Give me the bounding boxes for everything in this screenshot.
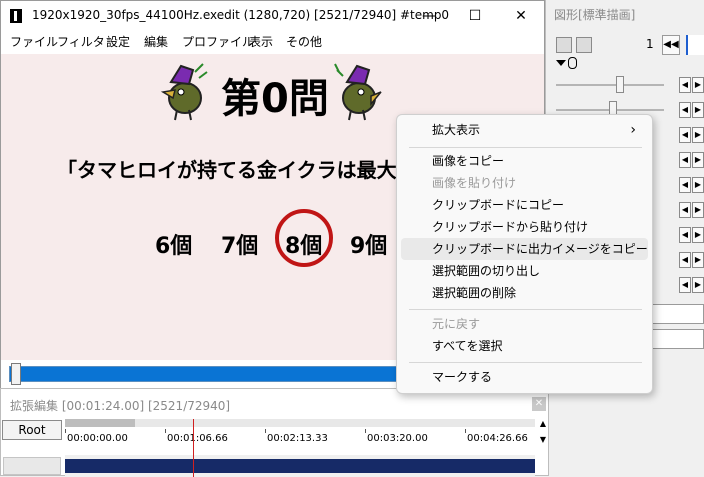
menu-copy-output-image[interactable]: クリップボードに出力イメージをコピー [401,238,648,260]
scroll-down-icon[interactable]: ▼ [538,435,548,445]
question-title: 第0問 [221,76,329,122]
menu-zoom[interactable]: 拡大表示 › [401,119,648,141]
timeline-clip[interactable] [65,459,535,473]
tick-label: 00:01:06.66 [167,433,228,444]
maximize-button[interactable]: ☐ [452,1,498,31]
menu-separator [409,362,642,363]
decrement-arrow-icon[interactable]: ◀ [679,102,691,118]
increment-arrow-icon[interactable]: ▶ [692,152,704,168]
decrement-arrow-icon[interactable]: ◀ [679,277,691,293]
question-text: 「タマヒロイが持てる金イクラは最大 [57,158,397,182]
layer-header[interactable] [3,457,61,475]
menu-bar: ファイル フィルタ 設定 編集 プロファイル 表示 その他 [1,31,544,53]
pattern-select[interactable] [650,329,704,349]
panel-options-row [546,56,704,70]
mouse-icon [568,57,577,69]
menu-separator [409,309,642,310]
frame-range-bar[interactable] [686,35,704,55]
collapse-triangle-icon[interactable] [556,60,566,66]
seek-thumb[interactable] [11,363,21,385]
menu-paste-image: 画像を貼り付け [432,176,517,190]
increment-arrow-icon[interactable]: ▶ [692,227,704,243]
menu-cut-selection[interactable]: 選択範囲の切り出し [401,260,648,282]
increment-arrow-icon[interactable]: ▶ [692,277,704,293]
title-bar: 1920x1920_30fps_44100Hz.exedit (1280,720… [1,1,544,31]
hscroll-thumb[interactable] [65,419,135,427]
image-icon[interactable] [556,37,572,53]
choice-6: 6個 [155,234,193,259]
context-menu: 拡大表示 › 画像をコピー 画像を貼り付け クリップボードにコピー クリップボー… [396,114,653,394]
panel-title: 図形[標準描画] [554,8,636,22]
minimize-button[interactable]: — [406,1,452,31]
time-ruler[interactable]: 00:00:00.00 00:01:06.66 00:02:13.33 00:0… [65,419,535,445]
menu-copy-image[interactable]: 画像をコピー [401,150,648,172]
menu-mark[interactable]: マークする [401,366,648,388]
menu-filter[interactable]: フィルタ [57,33,105,50]
decrement-arrow-icon[interactable]: ◀ [679,152,691,168]
timeline-close-button[interactable]: ✕ [532,397,546,411]
decrement-arrow-icon[interactable]: ◀ [679,177,691,193]
timeline-hscroll[interactable] [65,419,535,427]
menu-settings[interactable]: 設定 [106,33,130,50]
decrement-arrow-icon[interactable]: ◀ [679,202,691,218]
increment-arrow-icon[interactable]: ▶ [692,252,704,268]
tick-label: 00:03:20.00 [367,433,428,444]
decrement-arrow-icon[interactable]: ◀ [679,227,691,243]
increment-arrow-icon[interactable]: ▶ [692,77,704,93]
menu-view[interactable]: 表示 [249,33,273,50]
window-title: 1920x1920_30fps_44100Hz.exedit (1280,720… [32,8,450,22]
tick-label: 00:02:13.33 [267,433,328,444]
menu-undo: 元に戻す [432,317,481,331]
playhead-line[interactable] [193,419,194,477]
increment-arrow-icon[interactable]: ▶ [692,102,704,118]
mascot-right-icon [334,63,382,121]
decrement-arrow-icon[interactable]: ◀ [679,127,691,143]
decrement-arrow-icon[interactable]: ◀ [679,77,691,93]
panel-toolbar: 1 ◀◀ [546,34,704,56]
layer-track[interactable] [65,455,535,477]
menu-paste-clipboard[interactable]: クリップボードから貼り付け [401,216,648,238]
menu-delete-selection[interactable]: 選択範囲の削除 [401,282,648,304]
scroll-up-icon[interactable]: ▲ [538,419,548,429]
timeline-window: 拡張編集 [00:01:24.00] [2521/72940] ✕ Root 0… [0,388,549,477]
param-slider-1[interactable]: ◀ ▶ [546,74,704,96]
choice-9: 9個 [350,234,388,259]
increment-arrow-icon[interactable]: ▶ [692,127,704,143]
menu-other[interactable]: その他 [286,33,322,50]
close-button[interactable]: ✕ [498,1,544,31]
rewind-button[interactable]: ◀◀ [662,35,680,55]
frame-number: 1 [646,37,654,51]
choice-7: 7個 [221,234,259,259]
menu-profile[interactable]: プロファイル [182,33,254,50]
root-button[interactable]: Root [2,420,62,440]
choice-8: 8個 [285,234,323,259]
blend-mode-select[interactable] [650,304,704,324]
menu-copy-clipboard[interactable]: クリップボードにコピー [401,194,648,216]
camera-icon[interactable] [576,37,592,53]
chevron-right-icon: › [630,122,636,138]
app-icon [10,9,22,23]
menu-file[interactable]: ファイル [10,33,58,50]
menu-separator [409,147,642,148]
tick-label: 00:04:26.66 [467,433,528,444]
decrement-arrow-icon[interactable]: ◀ [679,252,691,268]
menu-select-all[interactable]: すべてを選択 [401,335,648,357]
increment-arrow-icon[interactable]: ▶ [692,202,704,218]
increment-arrow-icon[interactable]: ▶ [692,177,704,193]
tick-label: 00:00:00.00 [67,433,128,444]
slider-thumb[interactable] [616,76,624,93]
timeline-title: 拡張編集 [00:01:24.00] [2521/72940] [10,399,231,413]
mascot-left-icon [160,63,208,121]
menu-edit[interactable]: 編集 [144,33,168,50]
